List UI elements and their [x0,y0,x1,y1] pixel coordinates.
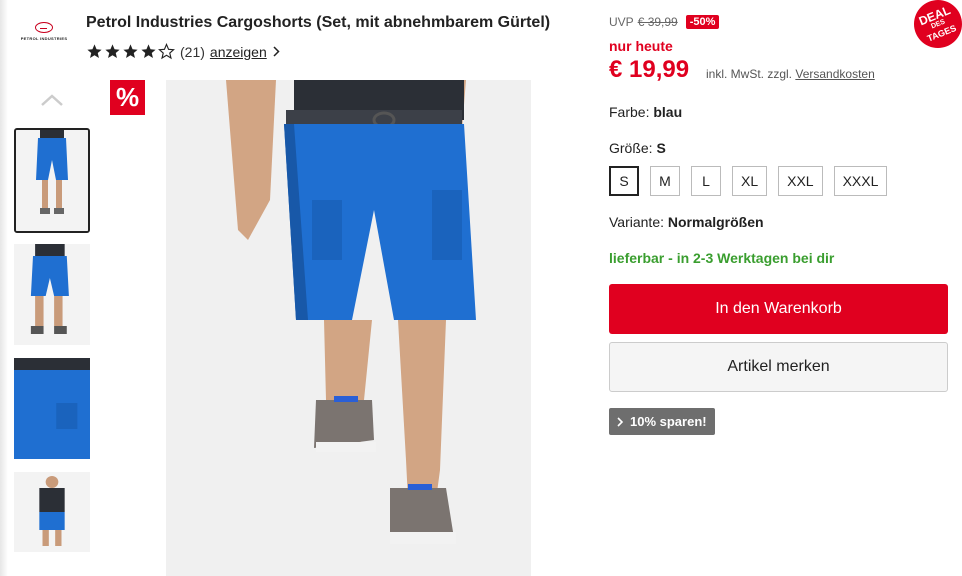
save-offer-button[interactable]: 10% sparen! [609,408,715,435]
size-option-xxxl[interactable]: XXXL [833,166,888,196]
vat-info: inkl. MwSt. zzgl. Versandkosten [706,67,875,81]
deal-of-the-day-badge: DEAL DES TAGES [906,0,962,56]
chevron-right-icon[interactable] [273,46,280,57]
page-edge-shadow [0,0,8,576]
uvp-old-price: € 39,99 [637,15,678,29]
gallery-up-arrow-icon[interactable] [40,93,64,107]
size-option-xl[interactable]: XL [732,166,768,196]
thumbnail-3[interactable] [14,358,90,459]
show-reviews-link[interactable]: anzeigen [210,44,267,60]
sale-badge: % [110,80,145,115]
star-empty-icon [158,43,175,60]
vat-text: inkl. MwSt. zzgl. [706,67,793,81]
thumbnail-front-image [16,130,88,231]
size-selected-value: S [656,140,666,156]
color-label: Farbe: [609,104,650,120]
color-value: blau [653,104,683,120]
discount-badge: -50% [685,15,720,29]
main-product-image[interactable] [166,80,531,576]
rating-stars [86,43,175,60]
uvp-row: UVP € 39,99 -50% [609,15,720,29]
current-price: € 19,99 [609,56,690,83]
variant-label: Variante: [609,214,664,230]
variant-row: Variante: Normalgrößen [609,214,764,230]
wishlist-button[interactable]: Artikel merken [609,342,948,392]
thumbnail-4[interactable] [14,472,90,552]
size-selector: S M L XL XXL XXXL [609,166,888,196]
brand-wordmark: PETROL INDUSTRIES [20,36,68,41]
rating-count: (21) [180,43,205,60]
cargo-shorts-photo [166,80,531,576]
size-row-label: Größe: S [609,140,666,156]
size-option-s[interactable]: S [609,166,639,196]
size-option-m[interactable]: M [650,166,680,196]
size-option-l[interactable]: L [691,166,721,196]
thumbnail-detail-image [14,358,90,459]
thumbnail-full-body-image [14,472,90,552]
petrol-logo-icon [35,22,53,33]
size-label: Größe: [609,140,653,156]
star-filled-icon [123,44,138,59]
shipping-costs-link[interactable]: Versandkosten [795,67,874,81]
thumbnail-back-image [14,244,90,345]
add-to-cart-button[interactable]: In den Warenkorb [609,284,948,334]
brand-logo[interactable]: PETROL INDUSTRIES [18,22,70,44]
star-filled-icon [87,44,102,59]
size-option-xxl[interactable]: XXL [778,166,823,196]
thumbnail-1[interactable] [14,128,90,233]
star-filled-icon [141,44,156,59]
chevron-right-icon [617,416,624,427]
thumbnail-2[interactable] [14,244,90,345]
rating-row: (21) anzeigen [86,43,280,60]
color-row: Farbe: blau [609,104,682,120]
availability-status: lieferbar - in 2-3 Werktagen bei dir [609,250,835,266]
save-offer-label: 10% sparen! [630,414,707,429]
variant-value: Normalgrößen [667,214,764,230]
product-title: Petrol Industries Cargoshorts (Set, mit … [86,14,551,31]
star-filled-icon [105,44,120,59]
today-only-label: nur heute [609,38,673,54]
uvp-label: UVP [609,15,634,29]
